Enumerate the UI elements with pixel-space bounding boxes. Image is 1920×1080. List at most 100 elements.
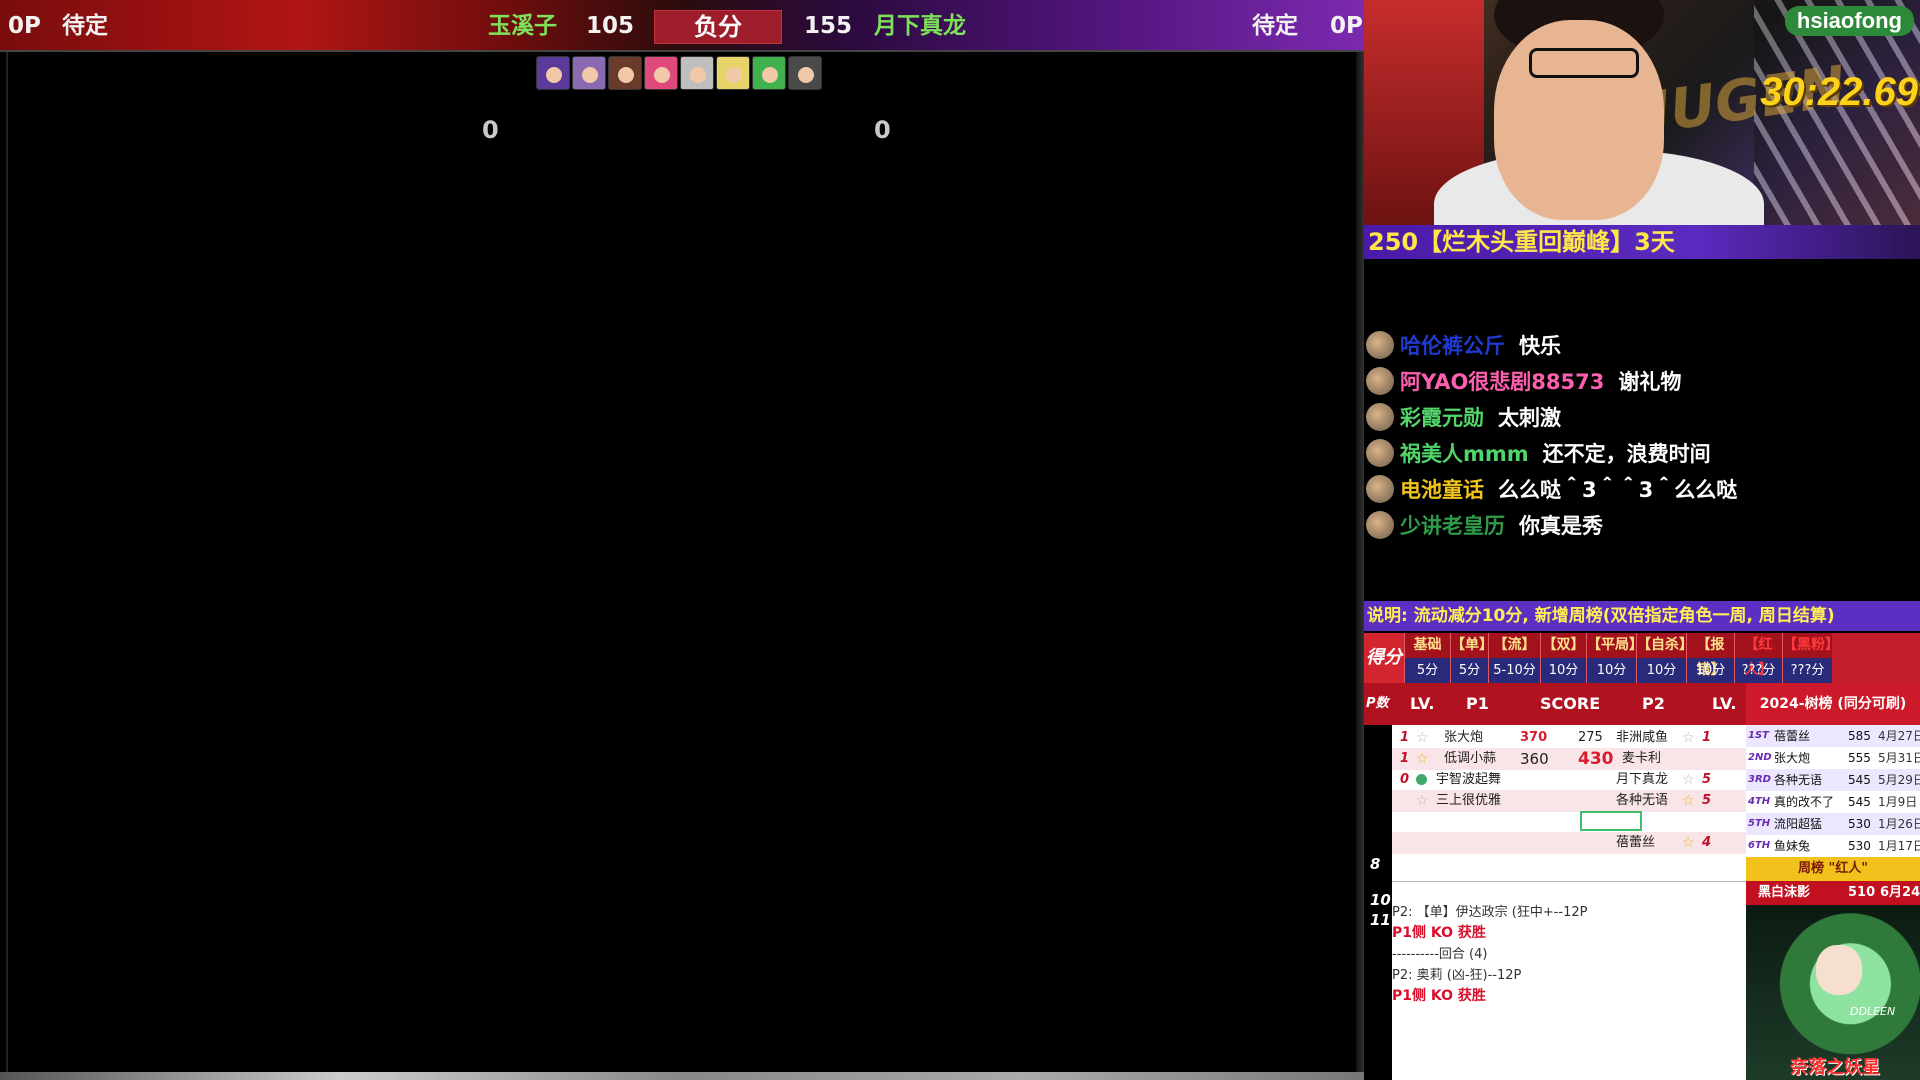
portrait-face	[618, 67, 634, 83]
versus-bar: 0P 待定 玉溪子 105 负分 155 月下真龙 待定 0P	[0, 0, 1364, 52]
lb-date: 1月9日	[1878, 795, 1918, 809]
center-badge: 负分	[654, 10, 782, 44]
character-portrait	[752, 56, 786, 90]
star-icon: ☆	[1416, 793, 1429, 809]
p2-level: 5	[1702, 772, 1712, 787]
rule-points: ???分	[1735, 658, 1782, 683]
portrait-face	[726, 67, 742, 83]
battle-result: P1侧 KO 获胜	[1392, 925, 1486, 941]
scoring-rule: 【红人】???分	[1734, 633, 1782, 683]
chat-message: 电池童话 么么哒＾3＾＾3＾么么哒	[1364, 471, 1920, 507]
row-index: 8	[1370, 855, 1381, 873]
chat-message: 少讲老皇历 你真是秀	[1364, 507, 1920, 543]
scoring-rule: 【双】 10分	[1540, 633, 1586, 683]
portrait-face	[690, 67, 706, 83]
chat-username[interactable]: 哈伦裤公斤	[1400, 330, 1505, 360]
avatar	[1366, 439, 1394, 467]
star-icon: ☆	[1682, 772, 1695, 788]
right-panel: 250【烂木头重回巅峰】3天 哈伦裤公斤 快乐 阿YAO很悲剧88573 谢礼物 彩霞元…	[1364, 225, 1920, 1080]
weekly-name: 黑白沫影	[1758, 885, 1811, 900]
character-portrait	[788, 56, 822, 90]
character-portrait	[716, 56, 750, 90]
left-op-count: 0P	[8, 13, 41, 39]
p2-score: 275	[1578, 730, 1603, 745]
character-signature: DDLEEN	[1850, 1005, 1896, 1018]
lb-score: 545	[1848, 773, 1871, 787]
portrait-face	[654, 67, 670, 83]
chat-username[interactable]: 彩霞元勋	[1400, 402, 1484, 432]
rule-name: 【黑粉】	[1783, 633, 1839, 658]
star-icon: ☆	[1416, 751, 1429, 767]
p2-name: 月下真龙	[1616, 772, 1669, 787]
character-portraits	[536, 56, 822, 90]
lb-score: 555	[1848, 751, 1871, 765]
star-icon: ☆	[1682, 793, 1695, 809]
rule-points: 5分	[1451, 658, 1488, 683]
rule-name: 【自杀】	[1637, 633, 1693, 658]
right-status: 待定	[1252, 13, 1298, 39]
rule-name: 【平局】	[1587, 633, 1643, 658]
chat-username[interactable]: 电池童话	[1400, 474, 1484, 504]
star-icon: ☆	[1416, 730, 1429, 746]
lb-date: 1月17日	[1878, 839, 1920, 853]
character-face	[1816, 945, 1862, 995]
portrait-face	[798, 67, 814, 83]
table-row: 0 宇智波起舞 月下真龙 ☆ 5	[1392, 769, 1746, 791]
weekly-date: 6月24日	[1880, 885, 1920, 900]
lb-score: 545	[1848, 795, 1871, 809]
chat-message: 彩霞元勋 太刺激	[1364, 399, 1920, 435]
weekly-score: 510	[1848, 885, 1876, 900]
header-lv-left: LV.	[1410, 694, 1435, 713]
lb-name: 鱼妹兔	[1774, 839, 1811, 853]
scoring-rule: 基础 5分	[1404, 633, 1450, 683]
table-row: ☆ 三上很优雅 各种无语 ☆ 5	[1392, 790, 1746, 812]
star-icon: ☆	[1682, 730, 1695, 746]
p2-name: 蓓蕾丝	[1616, 835, 1656, 850]
scoring-rule: 【黑粉】 ???分	[1782, 633, 1839, 683]
entry-input-box[interactable]	[1580, 811, 1642, 831]
chat-username[interactable]: 少讲老皇历	[1400, 510, 1505, 540]
lb-name: 蓓蕾丝	[1774, 729, 1811, 743]
chat-feed: 哈伦裤公斤 快乐 阿YAO很悲剧88573 谢礼物 彩霞元勋 太刺激 祸美人mmm 还不定，浪…	[1364, 327, 1920, 543]
lb-rank: 2ND	[1748, 752, 1772, 763]
scoring-rule: 【流】 5-10分	[1488, 633, 1540, 683]
character-portrait	[644, 56, 678, 90]
scoring-rule: 【自杀】 10分	[1636, 633, 1693, 683]
leaderboard-entry: 2ND 张大炮 555 5月31日	[1746, 747, 1920, 769]
avatar	[1366, 475, 1394, 503]
character-portrait	[572, 56, 606, 90]
lb-rank: 5TH	[1748, 818, 1771, 829]
lb-name: 流阳超猛	[1774, 817, 1823, 831]
leaderboard-title: 2024-树榜 (同分可刷)	[1746, 683, 1920, 725]
p2-level: 4	[1702, 835, 1712, 850]
chat-username[interactable]: 祸美人mmm	[1400, 438, 1529, 468]
row-index: 11	[1370, 911, 1391, 929]
p1-name: 低调小蒜	[1444, 751, 1497, 766]
p1-score: 105	[586, 13, 635, 39]
p1-level: 0	[1400, 772, 1410, 787]
p1-name: 玉溪子	[488, 13, 557, 39]
scoring-rule: 【报错】10分	[1686, 633, 1734, 683]
lb-rank: 1ST	[1748, 730, 1769, 741]
leaderboard: 2024-树榜 (同分可刷) 1ST 蓓蕾丝 585 4月27日 2ND 张大炮 555 5月…	[1746, 683, 1920, 1080]
header-p1: P1	[1466, 694, 1489, 713]
star-icon: ☆	[1682, 835, 1695, 851]
p1-level: 1	[1400, 751, 1410, 766]
weekly-entry: 黑白沫影 510 6月24日	[1746, 881, 1920, 905]
rule-name: 【流】	[1489, 633, 1540, 658]
lb-date: 5月31日	[1878, 751, 1920, 765]
chat-message: 祸美人mmm 还不定，浪费时间	[1364, 435, 1920, 471]
row-index-column: 8 10 11	[1364, 725, 1392, 1080]
character-portrait	[680, 56, 714, 90]
rules-notice-text: 说明: 流动减分10分, 新增周榜(双倍指定角色一周, 周日结算)	[1367, 606, 1835, 626]
round-score-left: 0	[482, 116, 499, 144]
p1-level: 1	[1400, 730, 1410, 745]
chat-username[interactable]: 阿YAO很悲剧88573	[1400, 366, 1604, 396]
p1-score: 360	[1520, 750, 1549, 768]
battle-log: P2: 奥莉 (凶-狂)--12P	[1392, 968, 1522, 983]
p1-name: 宇智波起舞	[1436, 772, 1502, 787]
p2-level: 1	[1702, 730, 1712, 745]
rules-notice: 说明: 流动减分10分, 新增周榜(双倍指定角色一周, 周日结算)	[1364, 601, 1920, 631]
webcam-feed: MUGEN hsiaofong 30:22.69	[1364, 0, 1920, 225]
battle-result: P1侧 KO 获胜	[1392, 988, 1486, 1004]
